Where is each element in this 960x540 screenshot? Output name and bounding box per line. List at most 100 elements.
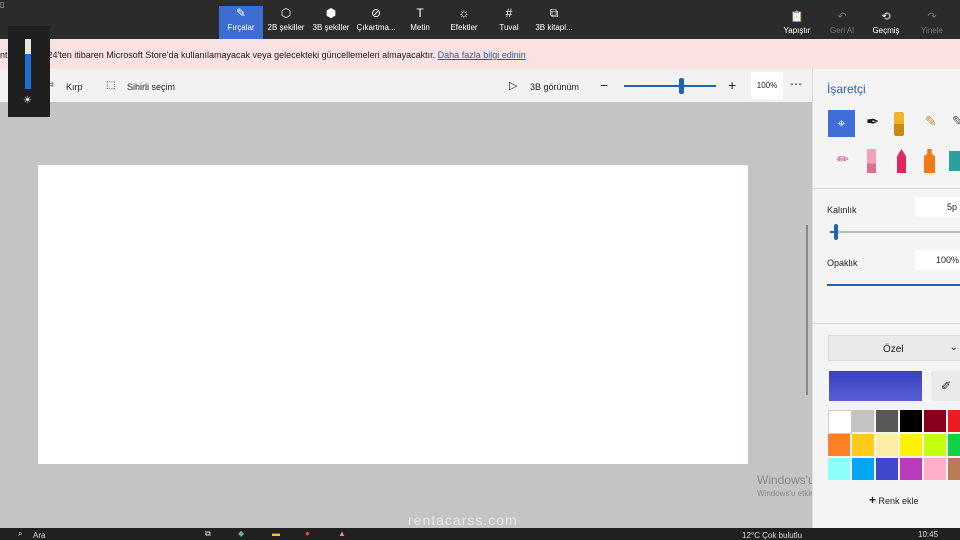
color-mode-value: Özel xyxy=(883,344,904,355)
color-swatch[interactable] xyxy=(948,434,960,456)
brush-oil[interactable] xyxy=(894,112,904,136)
view-3d-icon: ▷ xyxy=(509,80,518,92)
opacity-slider[interactable] xyxy=(827,284,960,286)
chrome-icon[interactable]: ● xyxy=(305,529,310,538)
tool-3d-library[interactable]: ⧉ 3B kitapl... xyxy=(532,6,576,39)
brush-eraser[interactable] xyxy=(867,149,876,173)
color-swatch[interactable] xyxy=(852,458,874,480)
color-swatch[interactable] xyxy=(900,434,922,456)
add-color-button[interactable]: + Renk ekle xyxy=(869,493,919,507)
tool-brushes[interactable]: ✎ Fırçalar xyxy=(219,6,263,39)
opacity-field[interactable]: 100% xyxy=(915,250,960,270)
thickness-field[interactable]: 5p xyxy=(915,197,960,217)
color-swatch[interactable] xyxy=(900,410,922,432)
zoom-slider-thumb[interactable] xyxy=(679,78,685,94)
zoom-out-icon[interactable]: − xyxy=(600,77,608,93)
brush-pencil[interactable]: ✏ xyxy=(837,151,849,168)
window-title-fragment: ▯ xyxy=(0,0,5,9)
color-swatch[interactable] xyxy=(876,458,898,480)
tool-canvas[interactable]: # Tuval xyxy=(487,6,531,39)
stickers-icon: ⊘ xyxy=(370,6,382,20)
3d-shapes-icon: ⬢ xyxy=(325,6,337,20)
brush-crayon[interactable] xyxy=(897,149,906,173)
chevron-down-icon: ⌄ xyxy=(949,342,958,353)
zoom-value[interactable]: 100% xyxy=(751,72,783,99)
color-swatch[interactable] xyxy=(924,458,946,480)
tool-text[interactable]: T Metin xyxy=(399,6,441,39)
color-swatch[interactable] xyxy=(948,410,960,432)
history-button[interactable]: ⟲ Geçmiş xyxy=(868,10,904,35)
text-icon: T xyxy=(416,6,424,20)
volume-slider[interactable] xyxy=(25,39,31,89)
brush-calligraphy-pen[interactable]: ✒ xyxy=(866,112,879,132)
brush-marker[interactable]: ⌖ xyxy=(828,110,855,137)
color-swatch[interactable] xyxy=(852,410,874,432)
undo-icon: ↶ xyxy=(837,11,847,23)
paste-button[interactable]: 📋 Yapıştır xyxy=(779,10,815,35)
effects-icon: ☼ xyxy=(458,6,470,20)
panel-divider-2 xyxy=(813,323,960,324)
ribbon: ▯ ✎ Fırçalar ⬡ 2B şekiller ⬢ 3B şekiller… xyxy=(0,0,960,39)
banner-text: nt m 2024'ten itibaren Microsoft Store'd… xyxy=(0,50,436,60)
tool-3d-shapes[interactable]: ⬢ 3B şekiller xyxy=(309,6,353,39)
task-view-icon[interactable]: ⧉ xyxy=(205,529,211,539)
tool-stickers[interactable]: ⊘ Çıkartma... xyxy=(354,6,398,39)
tool-2d-shapes[interactable]: ⬡ 2B şekiller xyxy=(264,6,308,39)
thickness-slider-thumb[interactable] xyxy=(834,224,838,240)
color-swatch[interactable] xyxy=(924,434,946,456)
tool-effects[interactable]: ☼ Efektler xyxy=(442,6,486,39)
thickness-slider[interactable] xyxy=(830,224,960,240)
color-swatch[interactable] xyxy=(828,458,850,480)
file-explorer-icon[interactable]: ▬ xyxy=(272,529,280,538)
2d-shapes-icon: ⬡ xyxy=(280,6,292,20)
clock[interactable]: 10:45 xyxy=(918,530,938,539)
view-3d-button[interactable]: 3B görünüm xyxy=(530,82,579,92)
undo-button[interactable]: ↶ Geri Al xyxy=(825,10,859,35)
canvas-toolbar: ⌗ Kırp ⬚ Sihirli seçim ▷ 3B görünüm − + … xyxy=(0,69,812,102)
more-options-icon[interactable]: ⋯ xyxy=(790,77,802,91)
color-swatch[interactable] xyxy=(828,434,850,456)
3d-library-icon: ⧉ xyxy=(549,6,559,20)
brush-watercolor[interactable]: ✎ xyxy=(925,113,937,130)
opacity-label: Opaklık xyxy=(827,258,858,268)
brush-panel: İşaretçi ⌖ ✒ ✎ ✎ ✏ Kalınlık 5p Opaklık 1… xyxy=(812,69,960,540)
deprecation-banner: nt m 2024'ten itibaren Microsoft Store'd… xyxy=(0,39,960,69)
eyedropper-icon[interactable]: ✐ xyxy=(931,371,960,401)
site-watermark: rentacarss.com xyxy=(408,512,518,528)
brush-spray[interactable] xyxy=(924,149,935,173)
brush-pixel-pen[interactable]: ✎ xyxy=(952,113,960,130)
color-swatch[interactable] xyxy=(900,458,922,480)
workspace-scrollbar[interactable] xyxy=(806,225,808,395)
brush-icon: ✎ xyxy=(235,6,247,20)
paste-icon: 📋 xyxy=(790,11,804,23)
drawing-canvas[interactable] xyxy=(38,165,748,464)
volume-level xyxy=(25,54,31,89)
volume-overlay: ☀ xyxy=(8,26,50,117)
banner-learn-more-link[interactable]: Daha fazla bilgi edinin xyxy=(438,50,526,60)
taskbar-search[interactable]: Ara xyxy=(33,531,45,540)
crop-button[interactable]: Kırp xyxy=(66,82,83,92)
color-mode-dropdown[interactable]: Özel ⌄ xyxy=(828,335,960,361)
taskbar: ⌕ Ara ⧉ ◆ ▬ ● ▲ 12°C Çok bulutlu 10:45 xyxy=(0,528,960,540)
redo-button[interactable]: ↷ Yinele xyxy=(915,10,949,35)
app-icon-copilot[interactable]: ◆ xyxy=(238,529,244,538)
color-swatch[interactable] xyxy=(852,434,874,456)
zoom-slider[interactable] xyxy=(624,78,716,94)
search-icon[interactable]: ⌕ xyxy=(18,529,22,539)
color-swatch[interactable] xyxy=(948,458,960,480)
color-swatch[interactable] xyxy=(828,410,852,434)
selected-color-preview[interactable] xyxy=(829,371,922,401)
color-swatch[interactable] xyxy=(876,434,898,456)
brush-fill[interactable] xyxy=(949,151,960,171)
magic-select-button[interactable]: Sihirli seçim xyxy=(127,82,175,92)
redo-icon: ↷ xyxy=(927,11,937,23)
panel-divider xyxy=(813,188,960,189)
color-swatch[interactable] xyxy=(876,410,898,432)
panel-title: İşaretçi xyxy=(827,82,866,96)
thickness-label: Kalınlık xyxy=(827,205,857,215)
zoom-in-icon[interactable]: + xyxy=(728,77,736,93)
app-icon-paint3d[interactable]: ▲ xyxy=(338,529,346,538)
color-swatch[interactable] xyxy=(924,410,946,432)
weather-widget[interactable]: 12°C Çok bulutlu xyxy=(742,531,802,540)
plus-icon: + xyxy=(869,493,877,507)
